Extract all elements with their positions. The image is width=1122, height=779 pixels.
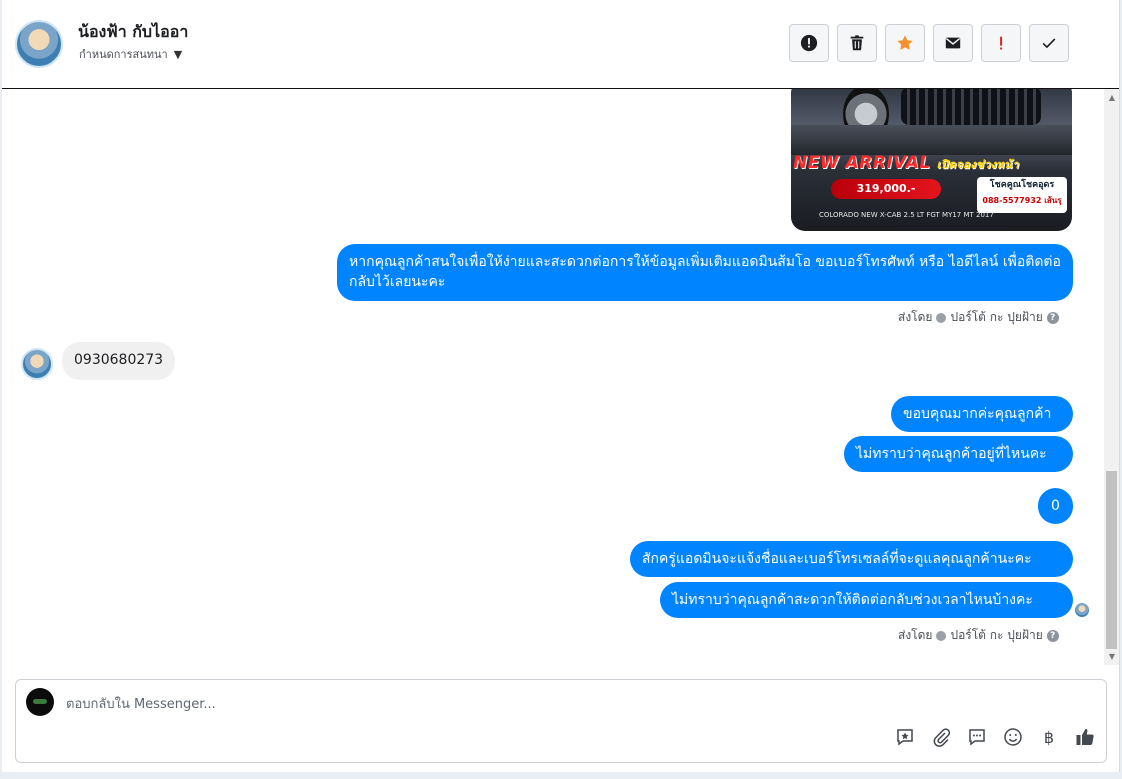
- sender-name: ปอร์โต้ กะ ปุยฝ้าย: [950, 310, 1043, 324]
- sent-by-label: ส่งโดย ปอร์โต้ กะ ปุยฝ้าย ?: [898, 308, 1059, 327]
- incoming-message[interactable]: 0930680273: [62, 342, 175, 380]
- ad-model-text: COLORADO NEW X-CAB 2.5 LT FGT MY17 MT 20…: [819, 211, 994, 219]
- ad-banner-text: NEW ARRIVAL เปิดจองช่วงหน้า: [793, 153, 1019, 173]
- flag-important-button[interactable]: [981, 24, 1021, 62]
- reply-composer: ฿: [15, 679, 1107, 763]
- outgoing-message[interactable]: 0: [1038, 488, 1073, 524]
- delete-button[interactable]: [837, 24, 877, 62]
- scroll-down-arrow-icon[interactable]: ▼: [1109, 652, 1115, 661]
- chat-bubble-icon: [969, 729, 985, 746]
- scrollbar-thumb[interactable]: [1106, 471, 1117, 649]
- ad-dealer-box: โชคคูณโชคอุดร 088-5577932 เส้นรุ: [977, 177, 1067, 213]
- alert-circle-icon: [800, 34, 818, 52]
- help-icon[interactable]: ?: [1046, 311, 1059, 324]
- car-grille-graphic: [901, 89, 1041, 125]
- contact-avatar[interactable]: [15, 20, 63, 68]
- scroll-up-arrow-icon[interactable]: ▲: [1109, 93, 1115, 102]
- emoji-icon: [1004, 728, 1022, 746]
- customer-avatar[interactable]: [21, 348, 53, 380]
- sender-name: ปอร์โต้ กะ ปุยฝ้าย: [950, 628, 1043, 642]
- outgoing-message[interactable]: ขอบคุณมากค่ะคุณลูกค้า: [891, 396, 1073, 432]
- like-button[interactable]: [1074, 726, 1096, 748]
- assign-conversation-dropdown[interactable]: กำหนดการสนทนา ▼: [79, 45, 182, 63]
- message-thread[interactable]: NEW ARRIVAL เปิดจองช่วงหน้า 319,000.- โชค…: [2, 89, 1119, 665]
- conversation-actions-toolbar: [789, 24, 1069, 62]
- assign-label: กำหนดการสนทนา: [79, 48, 168, 61]
- mark-done-button[interactable]: [1029, 24, 1069, 62]
- help-icon[interactable]: ?: [1046, 629, 1059, 642]
- car-body-graphic: [791, 125, 1072, 155]
- messenger-conversation-panel: น้องฟ้า กับไออา กำหนดการสนทนา ▼ NEW ARRI…: [2, 0, 1120, 772]
- composer-toolbar: ฿: [894, 726, 1096, 748]
- ad-price-tag: 319,000.-: [831, 179, 941, 199]
- outgoing-message[interactable]: สักครู่แอดมินจะแจ้งชื่อและเบอร์โทรเซลล์ท…: [630, 541, 1073, 577]
- sent-by-label: ส่งโดย ปอร์โต้ กะ ปุยฝ้าย ?: [898, 626, 1059, 645]
- caret-down-icon: ▼: [173, 47, 183, 61]
- outgoing-message[interactable]: ไม่ทราบว่าคุณลูกค้าอยู่ที่ไหนคะ: [844, 436, 1073, 472]
- reply-input[interactable]: [64, 692, 1068, 716]
- ad-dealer-name: โชคคูณโชคอุดร: [989, 180, 1055, 190]
- verified-dot-icon: [936, 630, 947, 641]
- contact-name[interactable]: น้องฟ้า กับไออา: [78, 20, 188, 45]
- attach-file-button[interactable]: [930, 726, 952, 748]
- outgoing-message[interactable]: ไม่ทราบว่าคุณลูกค้าสะดวกให้ติดต่อกลับช่ว…: [660, 582, 1073, 618]
- ad-dealer-phone: 088-5577932 เส้นรุ: [982, 196, 1062, 205]
- outgoing-message[interactable]: หากคุณลูกค้าสนใจเพื่อให้ง่ายและสะดวกต่อก…: [337, 244, 1073, 301]
- star-button[interactable]: [885, 24, 925, 62]
- checkmark-icon: [1042, 38, 1056, 49]
- saved-reply-icon: [897, 729, 913, 746]
- shared-car-ad-image[interactable]: NEW ARRIVAL เปิดจองช่วงหน้า 319,000.- โชค…: [791, 89, 1072, 231]
- verified-dot-icon: [936, 312, 947, 323]
- baht-icon: ฿: [1043, 727, 1055, 747]
- star-icon: [897, 35, 913, 50]
- seen-indicator-avatar: [1075, 603, 1089, 617]
- emoji-button[interactable]: [1002, 726, 1024, 748]
- mark-unread-button[interactable]: [933, 24, 973, 62]
- thumbs-up-icon: [1076, 729, 1094, 745]
- paperclip-icon: [933, 728, 951, 747]
- payment-button[interactable]: ฿: [1038, 726, 1060, 748]
- quick-replies-button[interactable]: [966, 726, 988, 748]
- saved-reply-button[interactable]: [894, 726, 916, 748]
- envelope-icon: [945, 37, 961, 49]
- report-spam-button[interactable]: [789, 24, 829, 62]
- exclamation-icon: [1000, 36, 1003, 50]
- page-avatar: [26, 688, 54, 716]
- conversation-header: น้องฟ้า กับไออา กำหนดการสนทนา ▼: [2, 0, 1119, 89]
- trash-icon: [850, 35, 864, 51]
- thread-scrollbar[interactable]: ▲ ▼: [1104, 89, 1119, 665]
